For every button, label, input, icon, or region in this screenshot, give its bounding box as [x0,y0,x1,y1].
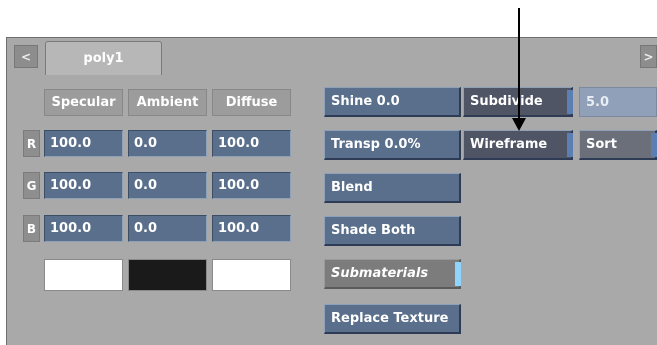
shine-field[interactable]: Shine 0.0 [324,87,461,117]
sort-button[interactable]: Sort [579,130,657,160]
diffuse-r-field[interactable]: 100.0 [212,130,291,157]
column-header-diffuse: Diffuse [212,89,291,116]
diffuse-color-swatch[interactable] [212,259,291,291]
callout-arrow-head [512,118,526,131]
row-label-g: G [23,172,40,199]
specular-r-field[interactable]: 100.0 [44,130,123,157]
wireframe-button[interactable]: Wireframe [463,130,573,160]
wireframe-indicator [567,133,573,157]
specular-b-field[interactable]: 100.0 [44,215,123,242]
subdivide-label: Subdivide [470,94,543,109]
transp-field[interactable]: Transp 0.0% [324,130,461,160]
wireframe-label: Wireframe [470,137,548,152]
tab-poly1[interactable]: poly1 [45,41,162,75]
submaterials-label: Submaterials [331,266,429,281]
tab-next-button[interactable]: > [640,45,657,68]
sort-indicator [651,133,657,157]
ambient-b-field[interactable]: 0.0 [128,215,207,242]
callout-arrow-line [518,8,520,118]
ambient-g-field[interactable]: 0.0 [128,172,207,199]
column-header-specular: Specular [44,89,123,116]
subdivide-value-field[interactable]: 5.0 [579,87,657,117]
ambient-color-swatch[interactable] [128,259,207,291]
column-header-ambient: Ambient [128,89,207,116]
specular-color-swatch[interactable] [44,259,123,291]
row-label-r: R [23,130,40,157]
shade-both-button[interactable]: Shade Both [324,216,461,246]
blend-button[interactable]: Blend [324,173,461,203]
submaterials-indicator [455,262,461,286]
row-label-b: B [23,215,40,242]
ambient-r-field[interactable]: 0.0 [128,130,207,157]
diffuse-g-field[interactable]: 100.0 [212,172,291,199]
sort-label: Sort [586,137,617,152]
subdivide-indicator [567,90,573,114]
specular-g-field[interactable]: 100.0 [44,172,123,199]
submaterials-button[interactable]: Submaterials [324,259,461,289]
replace-texture-button[interactable]: Replace Texture [324,304,461,334]
tab-prev-button[interactable]: < [14,45,38,68]
diffuse-b-field[interactable]: 100.0 [212,215,291,242]
